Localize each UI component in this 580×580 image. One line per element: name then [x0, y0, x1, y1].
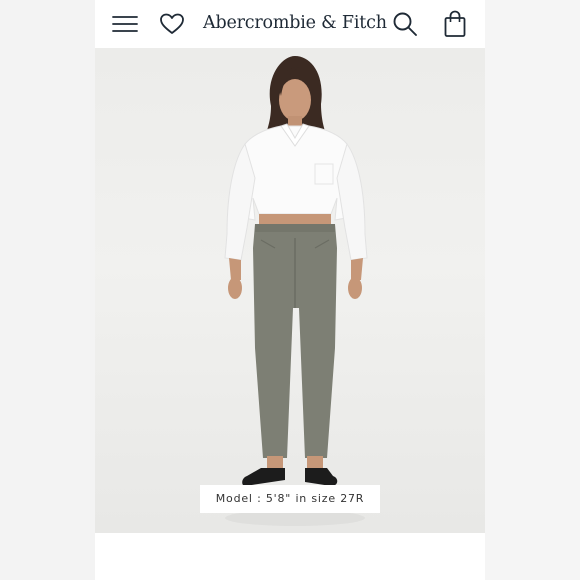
app-frame: Abercrombie & Fitch Model: 5'8" in size… — [0, 0, 580, 580]
model-photo — [224, 56, 368, 526]
model-size-caption: Model : 5'8" in size 27R — [200, 485, 380, 513]
hamburger-menu-icon — [112, 16, 138, 32]
menu-button[interactable] — [111, 10, 139, 38]
top-navigation-bar: Abercrombie & Fitch — [95, 0, 485, 48]
wishlist-button[interactable] — [158, 10, 186, 38]
content-below-image — [95, 533, 485, 580]
brand-logo[interactable]: Abercrombie & Fitch — [203, 11, 387, 35]
product-image[interactable]: Model : 5'8" in size 27R — [95, 48, 485, 533]
mobile-screen: Abercrombie & Fitch Model: 5'8" in size… — [95, 0, 485, 580]
shopping-bag-icon — [444, 10, 466, 37]
right-margin — [485, 0, 580, 580]
search-button[interactable] — [391, 10, 419, 38]
search-icon — [393, 12, 417, 36]
heart-icon — [160, 13, 184, 34]
shopping-bag-button[interactable] — [441, 10, 469, 38]
left-margin — [0, 0, 95, 580]
